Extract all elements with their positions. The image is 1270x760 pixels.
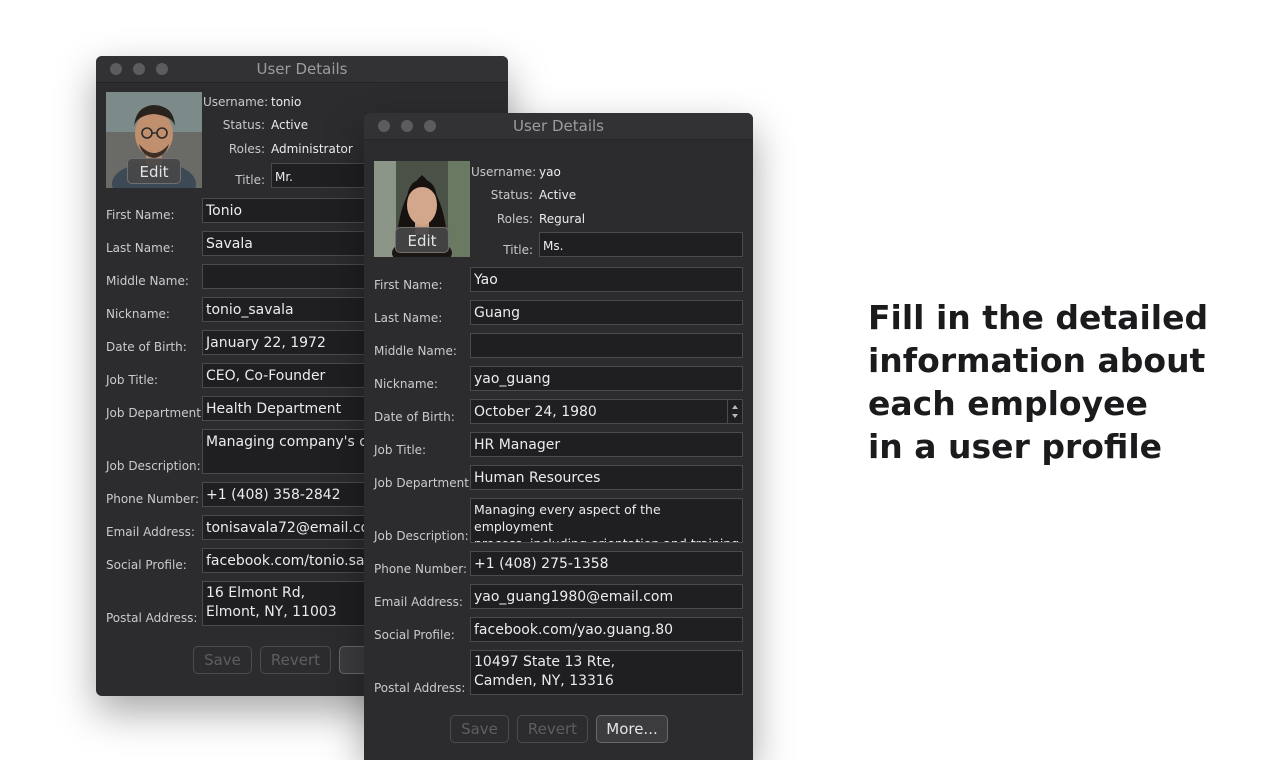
job-description-line-2: process, including orientation and train… bbox=[474, 535, 742, 542]
status-value: Active bbox=[271, 118, 309, 132]
social-label: Social Profile: bbox=[374, 628, 455, 642]
title-field[interactable]: Ms. bbox=[539, 232, 743, 257]
revert-button[interactable]: Revert bbox=[260, 646, 331, 674]
window-title: User Details bbox=[513, 117, 604, 135]
job-title-label: Job Title: bbox=[106, 373, 159, 387]
marketing-headline: Fill in the detailed information about e… bbox=[868, 296, 1208, 468]
user-details-window-front: User Details Edit Username: yao Status: … bbox=[364, 113, 753, 760]
username-value: tonio bbox=[271, 95, 302, 109]
dob-field[interactable]: October 24, 1980 bbox=[470, 399, 743, 424]
avatar: Edit bbox=[374, 161, 470, 257]
first-name-field[interactable]: Yao bbox=[470, 267, 743, 292]
postal-field[interactable]: 10497 State 13 Rte, Camden, NY, 13316 bbox=[470, 650, 743, 695]
revert-button[interactable]: Revert bbox=[517, 715, 588, 743]
job-department-field[interactable]: Human Resources bbox=[470, 465, 743, 490]
title-bar: User Details bbox=[364, 113, 753, 140]
job-department-label: Job Department: bbox=[374, 476, 473, 490]
job-description-label: Job Description: bbox=[106, 459, 201, 473]
dob-label: Date of Birth: bbox=[374, 410, 455, 424]
social-label: Social Profile: bbox=[106, 558, 187, 572]
job-description-line-1: Managing every aspect of the employment bbox=[474, 502, 661, 534]
job-description-field[interactable]: Managing every aspect of the employment … bbox=[470, 498, 743, 543]
avatar: Edit bbox=[106, 92, 202, 188]
date-stepper[interactable] bbox=[727, 400, 742, 423]
middle-name-label: Middle Name: bbox=[106, 274, 189, 288]
nickname-label: Nickname: bbox=[106, 307, 170, 321]
more-button[interactable]: More... bbox=[596, 715, 668, 743]
edit-photo-button[interactable]: Edit bbox=[395, 227, 449, 253]
dob-value: October 24, 1980 bbox=[474, 404, 597, 420]
middle-name-label: Middle Name: bbox=[374, 344, 457, 358]
save-button[interactable]: Save bbox=[450, 715, 509, 743]
stepper-down-icon[interactable] bbox=[732, 414, 738, 418]
headline-line-3: each employee bbox=[868, 384, 1148, 423]
phone-field[interactable]: +1 (408) 275-1358 bbox=[470, 551, 743, 576]
email-label: Email Address: bbox=[374, 595, 463, 609]
postal-line-2: Camden, NY, 13316 bbox=[474, 673, 614, 689]
job-description-label: Job Description: bbox=[374, 529, 469, 543]
username-label: Username: bbox=[471, 165, 537, 179]
headline-line-4: in a user profile bbox=[868, 427, 1163, 466]
headline-line-2: information about bbox=[868, 341, 1206, 380]
last-name-label: Last Name: bbox=[374, 311, 443, 325]
username-label: Username: bbox=[203, 95, 269, 109]
email-label: Email Address: bbox=[106, 525, 195, 539]
title-label: Title: bbox=[235, 173, 265, 187]
phone-label: Phone Number: bbox=[106, 492, 200, 506]
save-button[interactable]: Save bbox=[193, 646, 252, 674]
email-field[interactable]: yao_guang1980@email.com bbox=[470, 584, 743, 609]
status-value: Active bbox=[539, 188, 577, 202]
postal-label: Postal Address: bbox=[374, 681, 466, 695]
status-label: Status: bbox=[490, 188, 533, 202]
last-name-label: Last Name: bbox=[106, 241, 175, 255]
stepper-up-icon[interactable] bbox=[732, 405, 738, 409]
last-name-field[interactable]: Guang bbox=[470, 300, 743, 325]
roles-label: Roles: bbox=[496, 212, 533, 226]
phone-label: Phone Number: bbox=[374, 562, 468, 576]
postal-label: Postal Address: bbox=[106, 611, 198, 625]
status-label: Status: bbox=[222, 118, 265, 132]
job-title-field[interactable]: HR Manager bbox=[470, 432, 743, 457]
roles-value: Administrator bbox=[271, 142, 353, 156]
job-department-label: Job Department: bbox=[106, 406, 205, 420]
username-value: yao bbox=[539, 165, 561, 179]
job-title-label: Job Title: bbox=[374, 443, 427, 457]
edit-photo-button[interactable]: Edit bbox=[127, 158, 181, 184]
headline-line-1: Fill in the detailed bbox=[868, 298, 1209, 337]
middle-name-field[interactable] bbox=[470, 333, 743, 358]
roles-label: Roles: bbox=[228, 142, 265, 156]
title-label: Title: bbox=[503, 243, 533, 257]
window-title: User Details bbox=[256, 60, 348, 78]
nickname-field[interactable]: yao_guang bbox=[470, 366, 743, 391]
first-name-label: First Name: bbox=[374, 278, 443, 292]
roles-value: Regural bbox=[539, 212, 586, 226]
first-name-label: First Name: bbox=[106, 208, 175, 222]
nickname-label: Nickname: bbox=[374, 377, 438, 391]
postal-line-1: 10497 State 13 Rte, bbox=[474, 654, 616, 670]
social-field[interactable]: facebook.com/yao.guang.80 bbox=[470, 617, 743, 642]
title-bar: User Details bbox=[96, 56, 508, 83]
dob-label: Date of Birth: bbox=[106, 340, 187, 354]
